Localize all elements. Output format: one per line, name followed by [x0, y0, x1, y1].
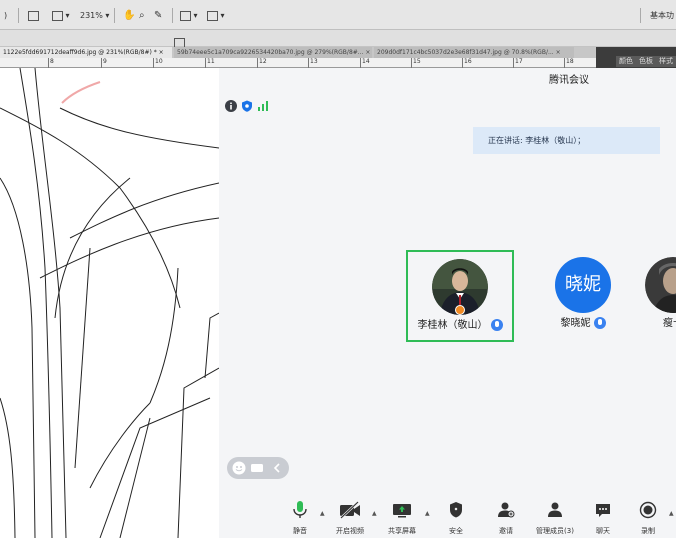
- invite-user-icon: [498, 502, 515, 518]
- tab-document-1[interactable]: 1122e5fdd691712deaff9d6.jpg @ 231%(RGB/8…: [0, 47, 172, 58]
- microphone-on-icon: [490, 319, 503, 331]
- document-tabs: 1122e5fdd691712deaff9d6.jpg @ 231%(RGB/8…: [0, 47, 596, 58]
- participant-tile[interactable]: 瘦十: [619, 250, 676, 342]
- participant-name: 瘦十: [663, 318, 676, 329]
- ruler-tick: 9: [101, 58, 107, 68]
- mute-options-chevron-icon[interactable]: ▲: [320, 510, 325, 517]
- security-button[interactable]: 安全: [441, 500, 471, 538]
- toolbar-label: 开启视频: [336, 527, 364, 535]
- participant-name-row: 瘦十: [619, 314, 676, 329]
- video-off-icon: [340, 501, 360, 519]
- participant-name: 黎晓妮: [560, 318, 591, 329]
- active-speaker-banner: 正在讲话: 李桂林（敬山）；: [473, 127, 660, 154]
- divider: [114, 8, 115, 23]
- toolbar-label: 邀请: [499, 527, 513, 535]
- tencent-meeting-window: 腾讯会议 正在讲话: 李桂林（敬山）； 李桂林（敬山） 晓妮 黎晓妮 瘦 静音 …: [219, 68, 676, 538]
- host-badge-icon: [455, 305, 465, 315]
- rotate-view-icon[interactable]: ✎: [154, 9, 162, 22]
- record-options-chevron-icon[interactable]: ▲: [669, 510, 674, 517]
- participant-tile[interactable]: 李桂林（敬山）: [406, 250, 514, 342]
- photoshop-options-bar: ) ▾ 231% ▾ ✋ ⌕ ✎ ▾ ▾ 基本功: [0, 0, 676, 30]
- participant-name: 李桂林（敬山）: [417, 320, 488, 331]
- toolbar-label: 录制: [641, 527, 655, 535]
- ruler-tick: 13: [308, 58, 318, 68]
- chat-button[interactable]: 聊天: [588, 500, 618, 538]
- ruler-tick: 10: [153, 58, 163, 68]
- shield-icon[interactable]: [241, 100, 253, 112]
- toolbar-label: 静音: [293, 527, 307, 535]
- ruler-tick: 8: [48, 58, 54, 68]
- ruler-tick: 14: [360, 58, 370, 68]
- start-video-button[interactable]: 开启视频: [332, 500, 368, 538]
- signal-strength-icon[interactable]: [257, 100, 269, 112]
- divider: [172, 8, 173, 23]
- meeting-title-bar: 腾讯会议: [219, 68, 676, 94]
- ruler-tick: 18: [564, 58, 574, 68]
- ruler-tick: 15: [411, 58, 421, 68]
- zoom-dropdown[interactable]: 231% ▾: [80, 9, 109, 22]
- line-art-drawing: [0, 68, 219, 538]
- mute-button[interactable]: 静音: [285, 500, 315, 538]
- avatar: 晓妮: [555, 257, 611, 313]
- members-icon: [548, 502, 562, 517]
- toolbar-label: 共享屏幕: [388, 527, 416, 535]
- photoshop-secondary-bar: [0, 30, 676, 48]
- options-separator-icon: ): [4, 11, 8, 20]
- ruler-tick: 11: [205, 58, 215, 68]
- divider: [18, 8, 19, 23]
- ruler-tick: 17: [513, 58, 523, 68]
- screen: ) ▾ 231% ▾ ✋ ⌕ ✎ ▾ ▾ 基本功 1122e5fdd691712…: [0, 0, 676, 538]
- tab-document-3[interactable]: 209d0df171c4bc5037d2e3e68f31d47.jpg @ 70…: [374, 47, 574, 58]
- divider: [640, 8, 641, 23]
- participant-name-row: 李桂林（敬山）: [408, 316, 512, 331]
- emoji-icon[interactable]: [232, 461, 246, 475]
- microphone-icon: [293, 501, 307, 518]
- toolbar-label: 管理成员(3): [536, 527, 574, 535]
- zoom-level: 231%: [80, 11, 103, 20]
- record-icon: [639, 501, 657, 519]
- toolbar-label: 聊天: [596, 527, 610, 535]
- invite-button[interactable]: 邀请: [491, 500, 521, 538]
- collapse-chevron-icon[interactable]: [270, 461, 284, 475]
- chat-bubble-icon: [596, 504, 610, 517]
- panel-tab-styles[interactable]: 样式: [656, 56, 676, 67]
- share-screen-icon: [393, 504, 411, 518]
- keyboard-icon[interactable]: [250, 461, 264, 475]
- record-button[interactable]: 录制: [633, 500, 663, 538]
- info-icon[interactable]: [225, 100, 237, 112]
- ruler-tick: 12: [257, 58, 267, 68]
- microphone-icon: [593, 317, 606, 329]
- grid-icon[interactable]: ▾: [207, 9, 225, 22]
- extras-icon[interactable]: ▾: [180, 9, 198, 22]
- share-screen-button[interactable]: 共享屏幕: [382, 500, 422, 538]
- tab-document-2[interactable]: 59b74eee5c1a709ca9226534420ba70.jpg @ 27…: [174, 47, 372, 58]
- floating-reaction-bar: [227, 457, 289, 479]
- screen-mode-icon[interactable]: [28, 9, 39, 22]
- toolbar-label: 安全: [449, 527, 463, 535]
- hand-tool-icon[interactable]: ✋: [123, 9, 135, 22]
- meeting-toolbar: 静音 ▲ 开启视频 ▲ 共享屏幕 ▲ 安全 邀请 管理成员(3) 聊天 录制 ▲: [219, 500, 676, 538]
- share-options-chevron-icon[interactable]: ▲: [425, 510, 430, 517]
- manage-members-button[interactable]: 管理成员(3): [531, 500, 579, 538]
- workspace-switcher[interactable]: 基本功: [650, 9, 674, 22]
- ruler-tick: 16: [462, 58, 472, 68]
- security-shield-icon: [450, 502, 462, 518]
- panel-tab-swatches[interactable]: 色板: [636, 56, 656, 67]
- avatar: [645, 257, 676, 313]
- panel-tab-color[interactable]: 颜色: [616, 56, 636, 67]
- video-options-chevron-icon[interactable]: ▲: [372, 510, 377, 517]
- document-canvas[interactable]: [0, 68, 219, 538]
- meeting-title: 腾讯会议: [549, 75, 589, 86]
- arrange-documents-icon[interactable]: ▾: [52, 9, 70, 22]
- zoom-tool-icon[interactable]: ⌕: [139, 9, 145, 22]
- horizontal-ruler: 8 9 10 11 12 13 14 15 16 17 18: [0, 58, 596, 68]
